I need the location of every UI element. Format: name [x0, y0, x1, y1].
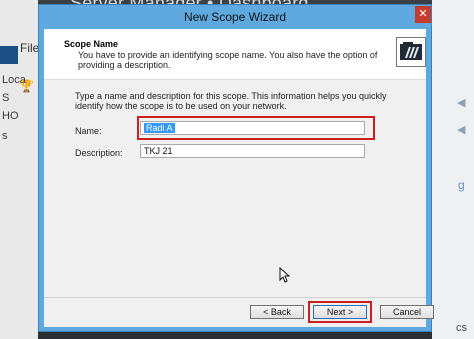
background-file-menu[interactable]: File [20, 41, 39, 55]
name-label: Name: [75, 126, 102, 136]
folder-icon [396, 37, 426, 67]
name-highlight-box [137, 116, 375, 140]
background-label: s [2, 130, 8, 142]
scroll-arrow-icon[interactable]: ◀ [457, 123, 465, 136]
back-button[interactable]: < Back [250, 305, 304, 319]
background-label: g [458, 178, 465, 192]
close-button[interactable]: ✕ [415, 6, 431, 23]
page-title: Scope Name [64, 39, 119, 49]
description-label: Description: [75, 148, 123, 158]
intro-text: Type a name and description for this sco… [75, 91, 387, 111]
background-left-panel: File 🏆 Loca S HO s [0, 0, 39, 339]
description-input[interactable] [140, 144, 365, 158]
close-icon: ✕ [418, 8, 428, 20]
background-label: S [2, 92, 10, 104]
background-label: HO [2, 110, 19, 122]
next-highlight-box [308, 301, 372, 323]
cancel-button[interactable]: Cancel [380, 305, 434, 319]
wizard-client-area: Scope Name You have to provide an identi… [44, 29, 434, 327]
wizard-window: New Scope Wizard ✕ Scope Name You have t… [38, 4, 434, 332]
wizard-header: Scope Name You have to provide an identi… [44, 29, 426, 80]
background-label: Loca [2, 74, 26, 86]
mouse-cursor-icon [279, 266, 291, 286]
background-label: cs [456, 322, 467, 334]
background-right-panel: ◀ ◀ g cs [432, 0, 474, 339]
window-title: New Scope Wizard [183, 10, 287, 24]
background-nav-button[interactable] [0, 46, 18, 64]
page-description: You have to provide an identifying scope… [78, 50, 378, 70]
scroll-up-icon[interactable]: ◀ [457, 96, 465, 109]
